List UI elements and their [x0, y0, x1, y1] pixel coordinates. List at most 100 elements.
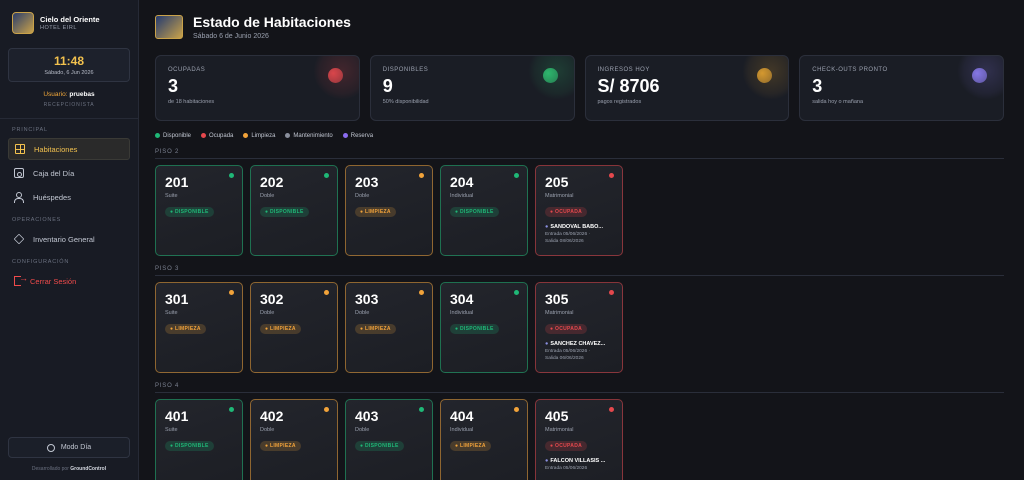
- user-icon: ●: [545, 224, 549, 231]
- mode-dia-button[interactable]: Modo Día: [8, 437, 130, 458]
- floor-section: PISO 3 301 Suite ● LIMPIEZA 302 Doble ● LIMPIE…: [155, 266, 1004, 374]
- section-operaciones: OPERACIONES: [12, 217, 62, 223]
- room-type: Matrimonial: [545, 193, 574, 200]
- status-text: OCUPADA: [555, 443, 583, 450]
- clock-time: 11:48: [53, 54, 85, 68]
- stat-sub: de 18 habitaciones: [168, 99, 215, 105]
- hotel-logo: [12, 12, 34, 34]
- user-label: Usuario:: [43, 91, 68, 98]
- room-card[interactable]: 302 Doble ● LIMPIEZA: [250, 282, 338, 374]
- legend-limpieza: Limpieza: [243, 133, 275, 139]
- floor-label: PISO 3: [155, 266, 1004, 277]
- nav-label: Habitaciones: [34, 144, 78, 154]
- nav-huespedes[interactable]: Huéspedes: [8, 186, 130, 208]
- room-number: 303: [355, 291, 379, 308]
- salida-date: Salida 06/06/2026: [545, 355, 584, 361]
- room-card[interactable]: 405 Matrimonial ● OCUPADA ● FALCON VILLASIS …: [535, 399, 623, 480]
- logout-icon: [14, 273, 28, 286]
- main-content: Estado de Habitaciones Sábado 6 de Junio…: [139, 0, 1024, 480]
- nav-habitaciones[interactable]: Habitaciones: [8, 138, 130, 160]
- room-card[interactable]: 205 Matrimonial ● OCUPADA ● SANDOVAL BABO...…: [535, 165, 623, 257]
- status-dot: [609, 407, 614, 413]
- legend-dot: [201, 133, 207, 138]
- page-date: Sábado 6 de Junio 2026: [193, 33, 269, 40]
- rooms-row: 401 Suite ● DISPONIBLE 402 Doble ● LIMPIEZA 40…: [155, 399, 1004, 480]
- room-card[interactable]: 303 Doble ● LIMPIEZA: [345, 282, 433, 374]
- brand-name: Cielo del Oriente: [40, 15, 100, 24]
- legend-dot: [155, 133, 160, 138]
- room-card[interactable]: 402 Doble ● LIMPIEZA: [250, 399, 338, 480]
- room-number: 404: [450, 408, 474, 425]
- nav-cerrar-sesion[interactable]: Cerrar Sesión: [8, 270, 130, 292]
- room-number: 405: [545, 408, 569, 425]
- entrada-date: Entrada 05/06/2026: [545, 466, 588, 472]
- legend-label: Reserva: [350, 133, 374, 140]
- status-dot: [514, 173, 519, 179]
- status-badge: ● LIMPIEZA: [450, 441, 491, 452]
- sun-icon: [46, 443, 55, 452]
- status-text: LIMPIEZA: [365, 326, 391, 333]
- status-badge: ● DISPONIBLE: [450, 207, 499, 218]
- room-type: Suite: [165, 427, 178, 434]
- room-type: Doble: [355, 427, 370, 434]
- stat-icon: [972, 68, 987, 83]
- stat-card: CHECK-OUTS PRONTO 3 salida hoy o mañana: [799, 55, 1004, 121]
- status-dot: [229, 407, 234, 413]
- guest-text: SANCHEZ CHAVEZ...: [550, 341, 606, 348]
- room-type: Individual: [450, 193, 474, 200]
- room-card[interactable]: 301 Suite ● LIMPIEZA: [155, 282, 243, 374]
- room-card[interactable]: 401 Suite ● DISPONIBLE: [155, 399, 243, 480]
- stat-sub: pagos registrados: [597, 99, 642, 105]
- header-text: Estado de Habitaciones Sábado 6 de Junio…: [193, 14, 351, 40]
- nav-inventario[interactable]: Inventario General: [8, 228, 130, 250]
- app: Cielo del Oriente HOTEL EIRL 11:48 Sábad…: [0, 0, 1024, 480]
- stat-card: INGRESOS HOY S/ 8706 pagos registrados: [584, 55, 790, 121]
- room-number: 203: [355, 174, 379, 191]
- room-type: Doble: [260, 310, 275, 317]
- nav-label: Caja del Día: [33, 168, 75, 178]
- section-configuracion: CONFIGURACIÓN: [12, 259, 70, 265]
- legend: Disponible Ocupada Limpieza Mantenimient…: [155, 133, 1004, 139]
- status-text: LIMPIEZA: [365, 209, 391, 216]
- stay-dates: Entrada 05/06/2026 · Salida 06/06/2026: [545, 349, 613, 362]
- page-title: Estado de Habitaciones: [193, 14, 351, 30]
- status-badge: ● DISPONIBLE: [165, 207, 214, 218]
- room-card[interactable]: 305 Matrimonial ● OCUPADA ● SANCHEZ CHAVEZ..…: [535, 282, 623, 374]
- status-badge: ● OCUPADA: [545, 207, 588, 218]
- room-card[interactable]: 201 Suite ● DISPONIBLE: [155, 165, 243, 257]
- room-type: Doble: [260, 427, 275, 434]
- status-text: LIMPIEZA: [175, 326, 201, 333]
- room-number: 204: [450, 174, 474, 191]
- room-card[interactable]: 202 Doble ● DISPONIBLE: [250, 165, 338, 257]
- status-dot: [324, 407, 329, 413]
- room-type: Doble: [355, 310, 370, 317]
- room-number: 301: [165, 291, 189, 308]
- room-card[interactable]: 304 Individual ● DISPONIBLE: [440, 282, 528, 374]
- room-type: Individual: [450, 310, 474, 317]
- status-dot: [609, 173, 614, 179]
- legend-reserva: Reserva: [342, 133, 374, 140]
- status-text: DISPONIBLE: [460, 326, 494, 333]
- room-number: 302: [260, 291, 284, 308]
- user-name: pruebas: [69, 91, 95, 98]
- room-card[interactable]: 404 Individual ● LIMPIEZA: [440, 399, 528, 480]
- room-number: 205: [545, 174, 569, 191]
- status-badge: ● DISPONIBLE: [165, 441, 214, 452]
- nav-caja[interactable]: Caja del Día: [8, 162, 130, 184]
- status-dot: [419, 173, 424, 179]
- nav-label: Inventario General: [33, 234, 95, 244]
- room-card[interactable]: 403 Doble ● DISPONIBLE: [345, 399, 433, 480]
- status-dot: [609, 290, 614, 296]
- room-card[interactable]: 204 Individual ● DISPONIBLE: [440, 165, 528, 257]
- status-text: DISPONIBLE: [175, 443, 209, 450]
- stat-sub: salida hoy o mañana: [812, 99, 864, 105]
- sidebar: Cielo del Oriente HOTEL EIRL 11:48 Sábad…: [0, 0, 139, 480]
- guest-text: FALCON VILLASIS ...: [550, 458, 606, 465]
- status-badge: ● DISPONIBLE: [260, 207, 309, 218]
- room-type: Matrimonial: [545, 310, 574, 317]
- room-card[interactable]: 203 Doble ● LIMPIEZA: [345, 165, 433, 257]
- status-dot: [419, 290, 424, 296]
- brand-text: Cielo del Oriente HOTEL EIRL: [40, 15, 100, 31]
- status-text: LIMPIEZA: [270, 326, 296, 333]
- room-type: Individual: [450, 427, 474, 434]
